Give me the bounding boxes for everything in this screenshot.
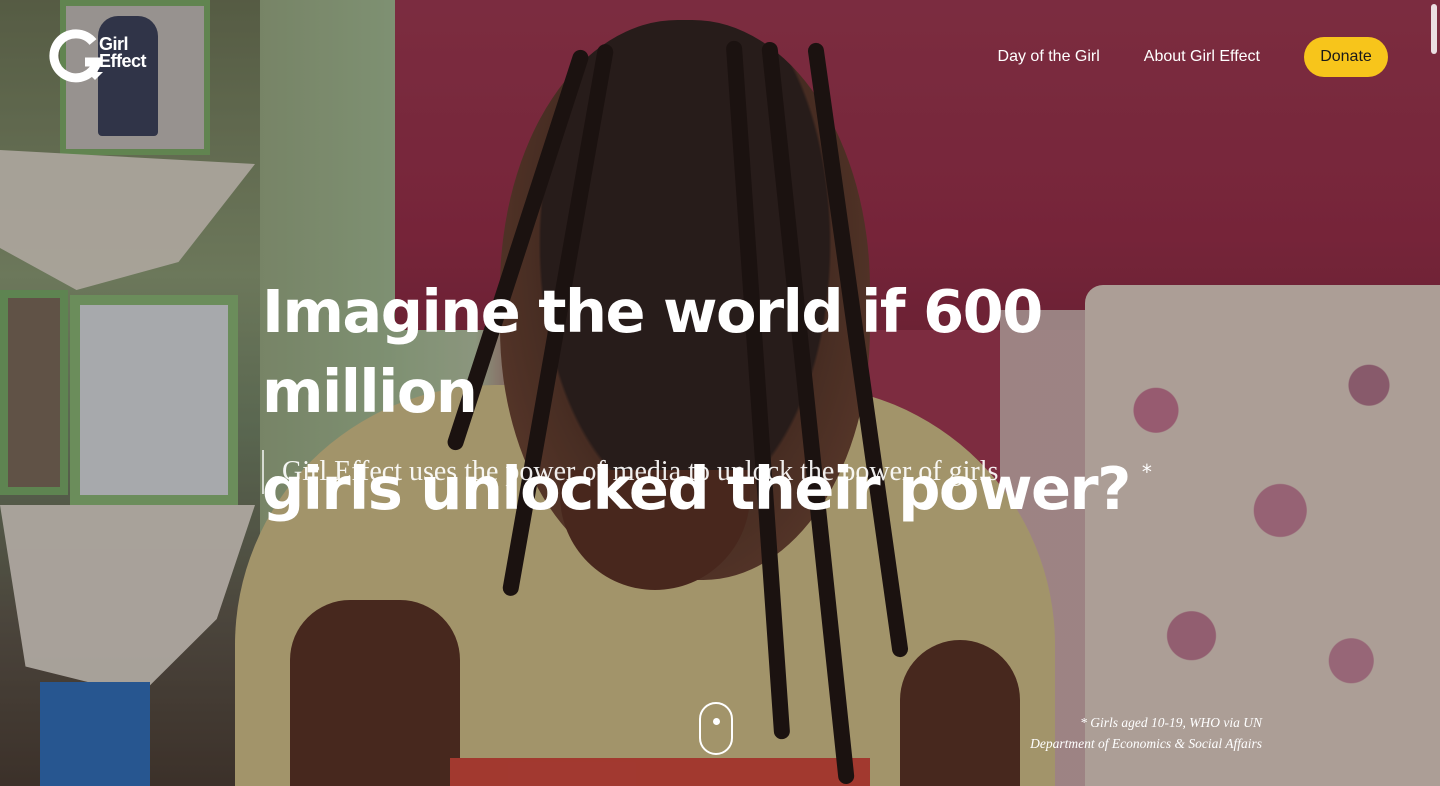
nav-day-of-the-girl[interactable]: Day of the Girl xyxy=(998,48,1100,66)
girl-effect-logo-icon xyxy=(47,28,103,84)
logo-wordmark: Girl Effect xyxy=(99,34,147,71)
nav-about-girl-effect[interactable]: About Girl Effect xyxy=(1144,48,1260,66)
girl-effect-logo[interactable]: Girl Effect xyxy=(47,28,147,84)
hero-subheadline: Girl Effect uses the power of media to u… xyxy=(262,450,998,494)
mouse-scroll-icon[interactable] xyxy=(699,702,733,755)
footnote: * Girls aged 10-19, WHO via UN Departmen… xyxy=(1030,712,1262,754)
page-scrollbar[interactable] xyxy=(1428,0,1440,786)
donate-button[interactable]: Donate xyxy=(1304,37,1388,77)
footnote-asterisk: * xyxy=(1141,460,1152,484)
headline-line-1: Imagine the world if 600 million xyxy=(262,277,1043,426)
main-nav: Day of the Girl About Girl Effect Donate xyxy=(998,37,1388,77)
scroll-dot xyxy=(713,718,720,725)
scrollbar-thumb[interactable] xyxy=(1431,4,1437,54)
footnote-line-1: * Girls aged 10-19, WHO via UN xyxy=(1080,715,1262,730)
footnote-line-2: Department of Economics & Social Affairs xyxy=(1030,736,1262,751)
